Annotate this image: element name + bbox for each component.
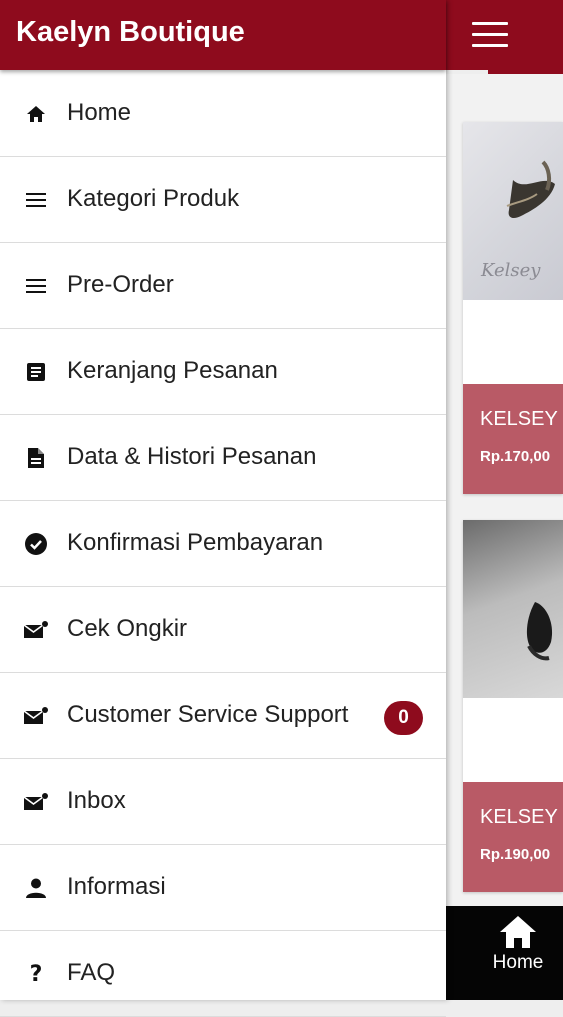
- product-name: KELSEY: [480, 806, 558, 828]
- menu-item-label: Cek Ongkir: [67, 615, 188, 642]
- product-price: Rp.190,00: [480, 846, 551, 863]
- bottom-nav-home[interactable]: Home: [482, 914, 554, 974]
- notification-badge: 0: [384, 701, 423, 735]
- menu-item-keranjang-pesanan[interactable]: Keranjang Pesanan: [0, 329, 446, 415]
- product-price: Rp.170,00: [480, 448, 551, 465]
- menu-item-label: Home: [67, 99, 132, 126]
- menu-item-label: FAQ: [67, 959, 116, 986]
- menu-item-inbox[interactable]: Inbox: [0, 759, 446, 845]
- home-icon: [500, 916, 536, 948]
- menu-item-faq[interactable]: ? FAQ: [0, 931, 446, 1017]
- menu-item-label: Informasi: [67, 873, 166, 900]
- mail-icon: [24, 618, 48, 642]
- product-image: [463, 520, 563, 698]
- bottom-nav-home-label: Home: [492, 952, 544, 973]
- menu-item-kategori-produk[interactable]: Kategori Produk: [0, 157, 446, 243]
- mail-icon: [24, 790, 48, 814]
- brand-logo-text: Kelsey: [481, 260, 541, 281]
- person-icon: [24, 876, 48, 900]
- product-name: KELSEY: [480, 408, 558, 430]
- menu-item-cek-ongkir[interactable]: Cek Ongkir: [0, 587, 446, 673]
- drawer-menu: Home Kategori Produk Pre-Order Keranjang…: [0, 71, 446, 1017]
- product-card[interactable]: Kelsey KELSEY Rp.170,00: [463, 122, 563, 494]
- product-image: Kelsey: [463, 122, 563, 300]
- menu-item-label: Keranjang Pesanan: [67, 357, 278, 384]
- menu-item-customer-service-support[interactable]: Customer Service Support 0: [0, 673, 446, 759]
- shoe-image-icon: [526, 602, 553, 661]
- list-box-icon: [24, 360, 48, 384]
- menu-item-label: Data & Histori Pesanan: [67, 443, 317, 470]
- bottom-navigation: Home: [446, 906, 563, 1000]
- document-icon: [24, 446, 48, 470]
- menu-item-label: Inbox: [67, 787, 126, 814]
- product-info: KELSEY Rp.190,00: [463, 782, 563, 892]
- menu-item-data-histori-pesanan[interactable]: Data & Histori Pesanan: [0, 415, 446, 501]
- menu-item-informasi[interactable]: Informasi: [0, 845, 446, 931]
- mail-icon: [24, 704, 48, 728]
- menu-item-label: Pre-Order: [67, 271, 174, 298]
- product-info: KELSEY Rp.170,00: [463, 384, 563, 494]
- menu-item-label: Customer Service Support: [67, 701, 349, 728]
- product-card[interactable]: KELSEY Rp.190,00: [463, 520, 563, 892]
- menu-lines-icon: [24, 274, 48, 298]
- home-icon: [24, 102, 48, 126]
- drawer-header: Kaelyn Boutique: [0, 0, 446, 70]
- check-circle-icon: [24, 532, 48, 556]
- menu-lines-icon: [24, 188, 48, 212]
- menu-item-pre-order[interactable]: Pre-Order: [0, 243, 446, 329]
- app-title: Kaelyn Boutique: [16, 16, 245, 48]
- menu-item-label: Kategori Produk: [67, 185, 240, 212]
- menu-item-konfirmasi-pembayaran[interactable]: Konfirmasi Pembayaran: [0, 501, 446, 587]
- menu-item-home[interactable]: Home: [0, 71, 446, 157]
- question-icon: ?: [29, 961, 43, 987]
- menu-item-label: Konfirmasi Pembayaran: [67, 529, 324, 556]
- navigation-drawer: Kaelyn Boutique Home Kategori Produk Pre…: [0, 0, 446, 1017]
- hamburger-menu-icon[interactable]: [472, 22, 508, 50]
